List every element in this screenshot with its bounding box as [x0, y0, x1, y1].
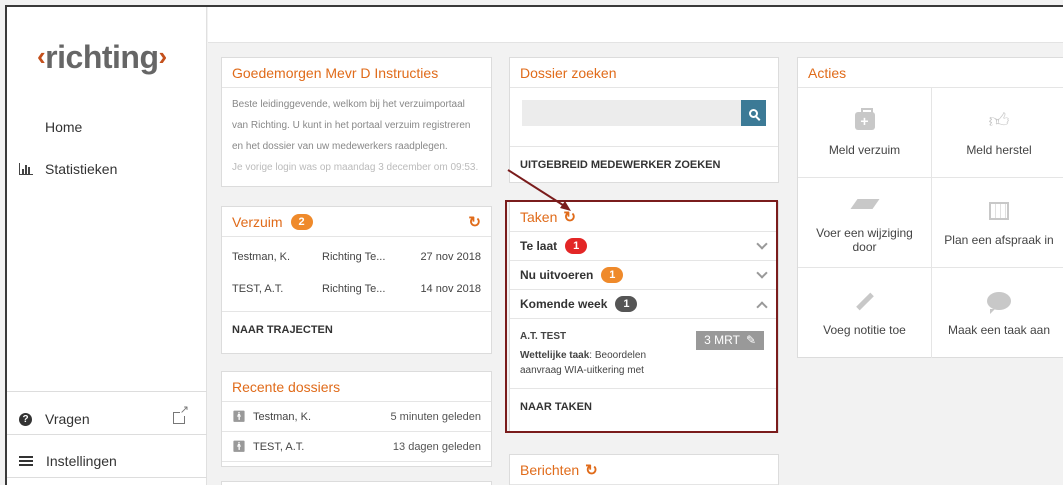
refresh-icon[interactable]: ↻ [563, 208, 576, 226]
top-bar [208, 7, 1063, 43]
uitgebreid-zoeken-link[interactable]: UITGEBREID MEDEWERKER ZOEKEN [510, 146, 778, 182]
external-link-icon[interactable] [173, 405, 189, 424]
maak-taak-aan-button[interactable]: Maak een taak aan [932, 268, 1063, 358]
task-date-tag[interactable]: 3 MRT ✎ [696, 331, 764, 350]
medical-kit-icon [854, 107, 875, 130]
acties-grid: Meld verzuim 👍︎ Meld herstel Voer een wi… [798, 88, 1063, 358]
recente-dossiers-panel: Recente dossiers 🚹︎ Testman, K. 5 minute… [221, 371, 492, 467]
taken-header: Taken ↻ [510, 202, 778, 232]
bar-chart-icon [19, 163, 33, 175]
berichten-title: Berichten [520, 461, 580, 478]
task-item[interactable]: A.T. TEST Wettelijke taak: Beoordelen aa… [510, 319, 778, 389]
verzuim-title: Verzuim [232, 213, 283, 230]
pencil-edit-icon: ✎ [745, 333, 756, 347]
sidebar-item-instellingen[interactable]: Instellingen [7, 446, 207, 476]
sidebar-item-vragen[interactable]: ? Vragen [7, 404, 207, 434]
sidebar-item-label: Statistieken [45, 161, 118, 177]
divider [7, 477, 207, 478]
logo-right-chevron: › [158, 41, 168, 71]
voeg-notitie-toe-button[interactable]: Voeg notitie toe [798, 268, 932, 358]
komende-week-row[interactable]: Komende week 1 [510, 290, 778, 319]
search-input[interactable] [522, 100, 766, 126]
chevron-up-icon [756, 301, 768, 313]
list-icon [19, 456, 33, 466]
intro-title: Goedemorgen Mevr D Instructies [222, 58, 491, 88]
taken-title: Taken [520, 208, 558, 225]
sidebar: ‹richting› Home Statistieken ? Vragen In… [7, 7, 207, 485]
meld-verzuim-button[interactable]: Meld verzuim [798, 88, 932, 178]
search-icon [749, 108, 758, 118]
acties-panel: Acties Meld verzuim 👍︎ Meld herstel Voer… [797, 57, 1063, 358]
speech-bubble-icon [987, 292, 1011, 314]
eraser-icon [849, 198, 880, 209]
verzuim-count-badge: 2 [290, 213, 313, 230]
verzuim-panel: Verzuim 2 ↻ Testman, K. Richting Te... 2… [221, 206, 492, 354]
count-badge: 1 [565, 238, 588, 254]
divider [7, 434, 207, 435]
search-button[interactable] [741, 100, 766, 126]
divider [7, 391, 207, 392]
verzuim-header: Verzuim 2 ↻ [222, 207, 491, 237]
chevron-down-icon [756, 267, 768, 279]
table-row[interactable]: Testman, K. Richting Te... 27 nov 2018 [222, 241, 491, 273]
sidebar-item-home[interactable]: Home [7, 112, 207, 142]
count-badge: 1 [601, 267, 624, 283]
question-icon: ? [19, 412, 32, 426]
naar-taken-link[interactable]: NAAR TAKEN [510, 389, 778, 425]
pencil-icon [855, 292, 874, 310]
sidebar-item-label: Instellingen [46, 453, 117, 469]
chevron-down-icon [756, 238, 768, 250]
taken-panel: Taken ↻ Te laat 1 Nu uitvoeren 1 Komende… [509, 201, 779, 433]
task-description-line2: aanvraag WIA-uitkering met [520, 365, 644, 376]
intro-text: Beste leidinggevende, welkom bij het ver… [222, 88, 491, 184]
voer-wijziging-door-button[interactable]: Voer een wijziging door [798, 178, 932, 268]
sidebar-item-label: Home [45, 119, 83, 135]
acties-header: Acties [798, 58, 1063, 88]
person-icon: 🚹︎ [232, 441, 246, 453]
dossier-zoeken-panel: Dossier zoeken UITGEBREID MEDEWERKER ZOE… [509, 57, 779, 183]
thumbs-up-icon: 👍︎ [988, 109, 1010, 132]
intro-panel: Goedemorgen Mevr D Instructies Beste lei… [221, 57, 492, 187]
list-item[interactable]: 🚹︎ Testman, K. 5 minuten geleden [222, 402, 491, 432]
recente-dossiers-title: Recente dossiers [222, 372, 491, 402]
richting-logo[interactable]: ‹richting› [37, 39, 167, 76]
count-badge: 1 [615, 296, 638, 312]
person-icon: 🚹︎ [232, 411, 246, 423]
calendar-icon [989, 201, 1009, 220]
plan-afspraak-button[interactable]: Plan een afspraak in [932, 178, 1063, 268]
nu-uitvoeren-row[interactable]: Nu uitvoeren 1 [510, 261, 778, 290]
logo-left-chevron: ‹ [37, 41, 46, 71]
logo-text: richting [45, 39, 159, 75]
app-frame: ‹richting› Home Statistieken ? Vragen In… [5, 5, 1063, 485]
refresh-icon[interactable]: ↻ [585, 461, 598, 479]
berichten-header: Berichten ↻ [510, 455, 778, 485]
te-laat-row[interactable]: Te laat 1 [510, 232, 778, 261]
table-row[interactable]: TEST, A.T. Richting Te... 14 nov 2018 [222, 273, 491, 305]
task-description: Wettelijke taak: Beoordelen [520, 350, 647, 361]
berichten-panel: Berichten ↻ [509, 454, 779, 485]
naar-trajecten-link[interactable]: NAAR TRAJECTEN [222, 311, 491, 347]
sidebar-item-label: Vragen [45, 411, 90, 427]
meld-herstel-button[interactable]: 👍︎ Meld herstel [932, 88, 1063, 178]
list-item[interactable]: 🚹︎ TEST, A.T. 13 dagen geleden [222, 432, 491, 462]
refresh-icon[interactable]: ↻ [468, 213, 481, 231]
dossier-zoeken-title: Dossier zoeken [510, 58, 778, 88]
next-panel [221, 481, 492, 485]
sidebar-item-statistieken[interactable]: Statistieken [7, 154, 207, 184]
acties-title: Acties [808, 64, 847, 81]
last-login-text: Je vorige login was op maandag 3 decembe… [232, 162, 479, 173]
